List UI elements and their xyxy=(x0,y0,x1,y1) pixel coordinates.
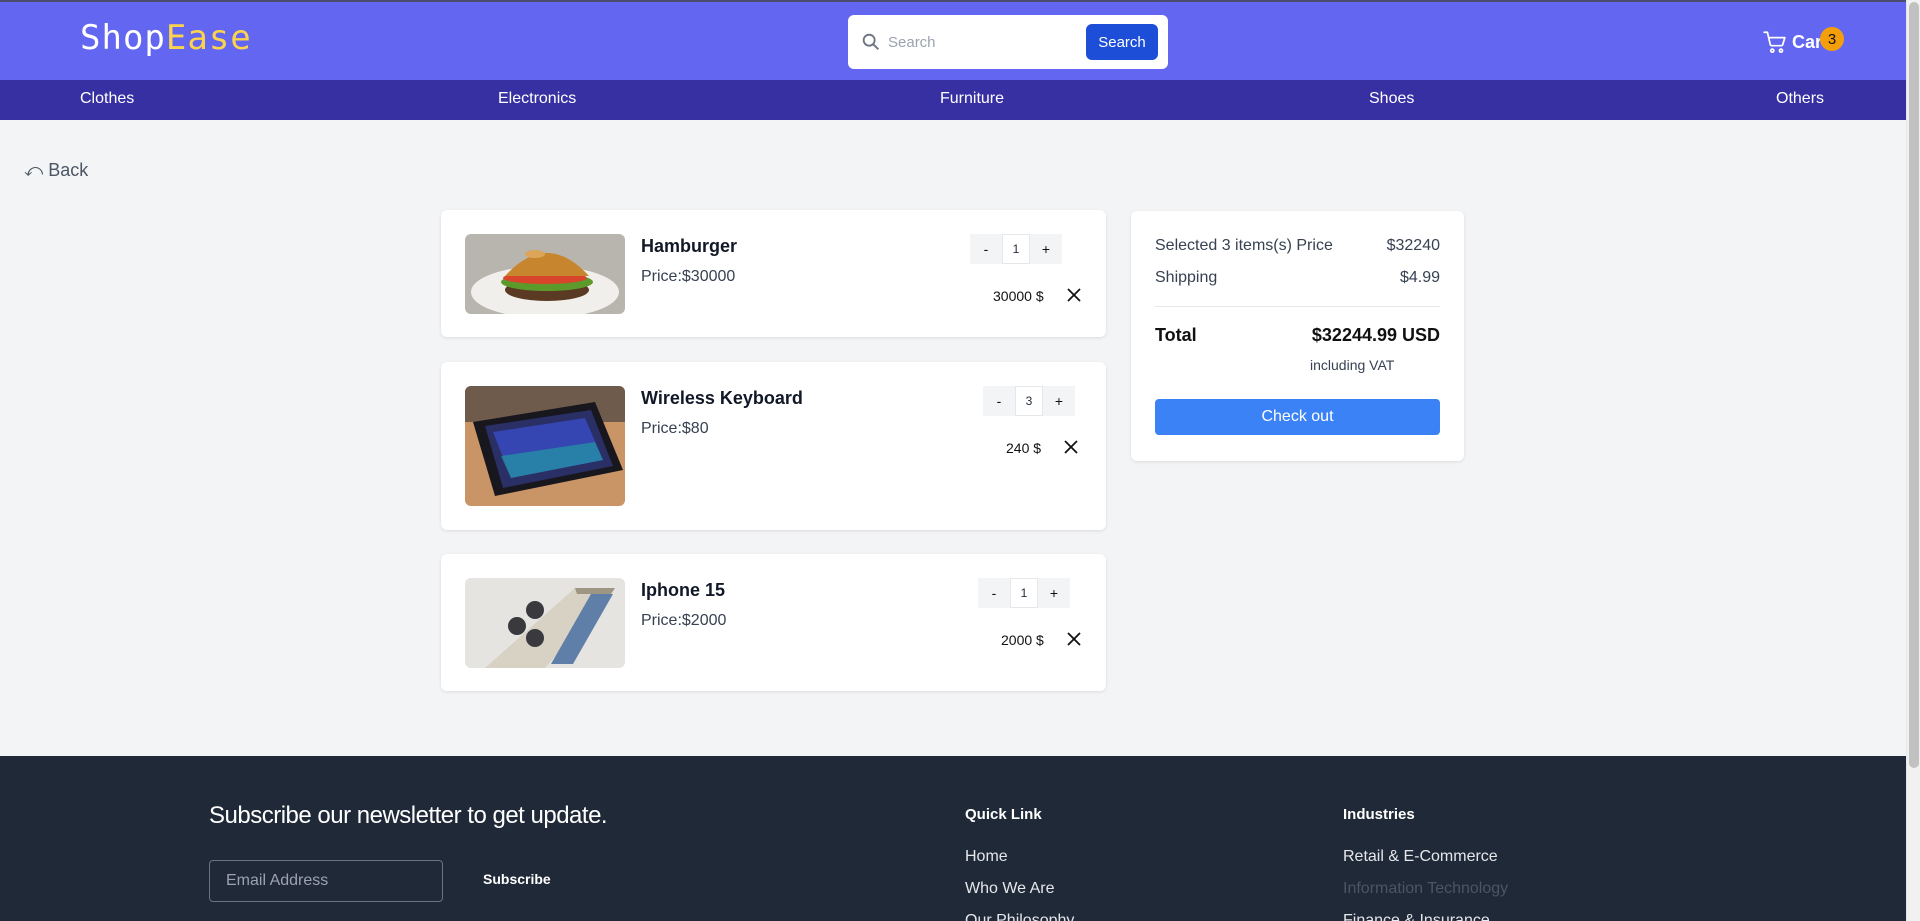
cart-item: Hamburger Price:$30000 - 1 + 30000 $ xyxy=(441,210,1106,337)
order-summary: Selected 3 items(s) Price $32240 Shippin… xyxy=(1131,211,1464,461)
quantity-value[interactable]: 3 xyxy=(1015,386,1043,416)
close-icon[interactable] xyxy=(1065,630,1083,648)
decrease-quantity-button[interactable]: - xyxy=(970,234,1002,264)
back-arrow-icon: ⤺ xyxy=(24,160,44,180)
cart-button[interactable]: Cart 3 xyxy=(1762,27,1844,55)
summary-divider xyxy=(1155,306,1440,307)
search-icon xyxy=(862,33,879,50)
selected-items-row: Selected 3 items(s) Price $32240 xyxy=(1155,237,1440,255)
subscribe-button[interactable]: Subscribe xyxy=(483,871,551,887)
page-scrollbar[interactable] xyxy=(1906,0,1920,921)
increase-quantity-button[interactable]: + xyxy=(1038,578,1070,608)
shipping-label: Shipping xyxy=(1155,269,1218,286)
decrease-quantity-button[interactable]: - xyxy=(983,386,1015,416)
footer: Subscribe our newsletter to get update. … xyxy=(0,756,1906,921)
quantity-stepper: - 1 + xyxy=(970,234,1062,264)
product-name[interactable]: Wireless Keyboard xyxy=(641,388,803,409)
search-button[interactable]: Search xyxy=(1086,24,1158,60)
line-total: 30000 $ xyxy=(993,288,1044,304)
footer-link-who-we-are[interactable]: Who We Are xyxy=(965,880,1055,898)
checkout-button[interactable]: Check out xyxy=(1155,399,1440,435)
back-label: Back xyxy=(48,160,89,180)
footer-link-philosophy[interactable]: Our Philosophy xyxy=(965,912,1074,921)
total-label: Total xyxy=(1155,325,1197,345)
industries-title: Industries xyxy=(1343,806,1415,823)
category-others[interactable]: Others xyxy=(1776,90,1824,108)
shipping-price: $4.99 xyxy=(1399,269,1440,286)
total-value: $32244.99 USD xyxy=(1311,325,1440,345)
vat-note: including VAT xyxy=(1310,357,1395,373)
top-header: ShopEase Search Cart 3 xyxy=(0,0,1906,80)
search-input[interactable] xyxy=(888,27,1088,57)
scrollbar-thumb[interactable] xyxy=(1909,2,1919,768)
quantity-value[interactable]: 1 xyxy=(1010,578,1038,608)
quantity-value[interactable]: 1 xyxy=(1002,234,1030,264)
footer-link-it[interactable]: Information Technology xyxy=(1343,880,1508,898)
product-price: Price:$80 xyxy=(641,420,709,437)
quantity-stepper: - 1 + xyxy=(978,578,1070,608)
line-total: 240 $ xyxy=(1006,440,1042,456)
footer-link-retail[interactable]: Retail & E-Commerce xyxy=(1343,848,1498,866)
email-field[interactable] xyxy=(209,860,443,902)
product-image-phone xyxy=(465,578,625,668)
logo-text-ease: Ease xyxy=(165,18,252,58)
search-bar: Search xyxy=(848,15,1168,69)
line-total: 2000 $ xyxy=(1001,632,1044,648)
cart-item: Iphone 15 Price:$2000 - 1 + 2000 $ xyxy=(441,554,1106,691)
quantity-stepper: - 3 + xyxy=(983,386,1075,416)
product-price: Price:$2000 xyxy=(641,612,727,629)
category-nav: Clothes Electronics Furniture Shoes Othe… xyxy=(0,80,1906,120)
newsletter-title: Subscribe our newsletter to get update. xyxy=(209,802,608,829)
close-icon[interactable] xyxy=(1065,286,1083,304)
cart-count-badge: 3 xyxy=(1820,27,1844,51)
back-link[interactable]: ⤺ Back xyxy=(24,160,88,181)
logo[interactable]: ShopEase xyxy=(80,18,252,58)
category-shoes[interactable]: Shoes xyxy=(1369,90,1414,108)
product-price: Price:$30000 xyxy=(641,268,736,285)
logo-text-shop: Shop xyxy=(80,18,166,58)
product-name[interactable]: Iphone 15 xyxy=(641,580,725,601)
decrease-quantity-button[interactable]: - xyxy=(978,578,1010,608)
category-clothes[interactable]: Clothes xyxy=(80,90,134,108)
product-image-hamburger xyxy=(465,234,625,314)
shipping-row: Shipping $4.99 xyxy=(1155,269,1440,287)
shopping-cart-icon xyxy=(1763,31,1786,54)
close-icon[interactable] xyxy=(1062,438,1080,456)
footer-link-finance[interactable]: Finance & Insurance xyxy=(1343,912,1490,921)
increase-quantity-button[interactable]: + xyxy=(1043,386,1075,416)
product-image-keyboard xyxy=(465,386,625,506)
cart-item: Wireless Keyboard Price:$80 - 3 + 240 $ xyxy=(441,362,1106,530)
quick-link-title: Quick Link xyxy=(965,806,1042,823)
product-name[interactable]: Hamburger xyxy=(641,236,737,257)
category-electronics[interactable]: Electronics xyxy=(498,90,576,108)
footer-link-home[interactable]: Home xyxy=(965,848,1008,866)
selected-items-price: $32240 xyxy=(1386,237,1440,254)
category-furniture[interactable]: Furniture xyxy=(940,90,1004,108)
increase-quantity-button[interactable]: + xyxy=(1030,234,1062,264)
selected-items-label: Selected 3 items(s) Price xyxy=(1155,237,1333,254)
